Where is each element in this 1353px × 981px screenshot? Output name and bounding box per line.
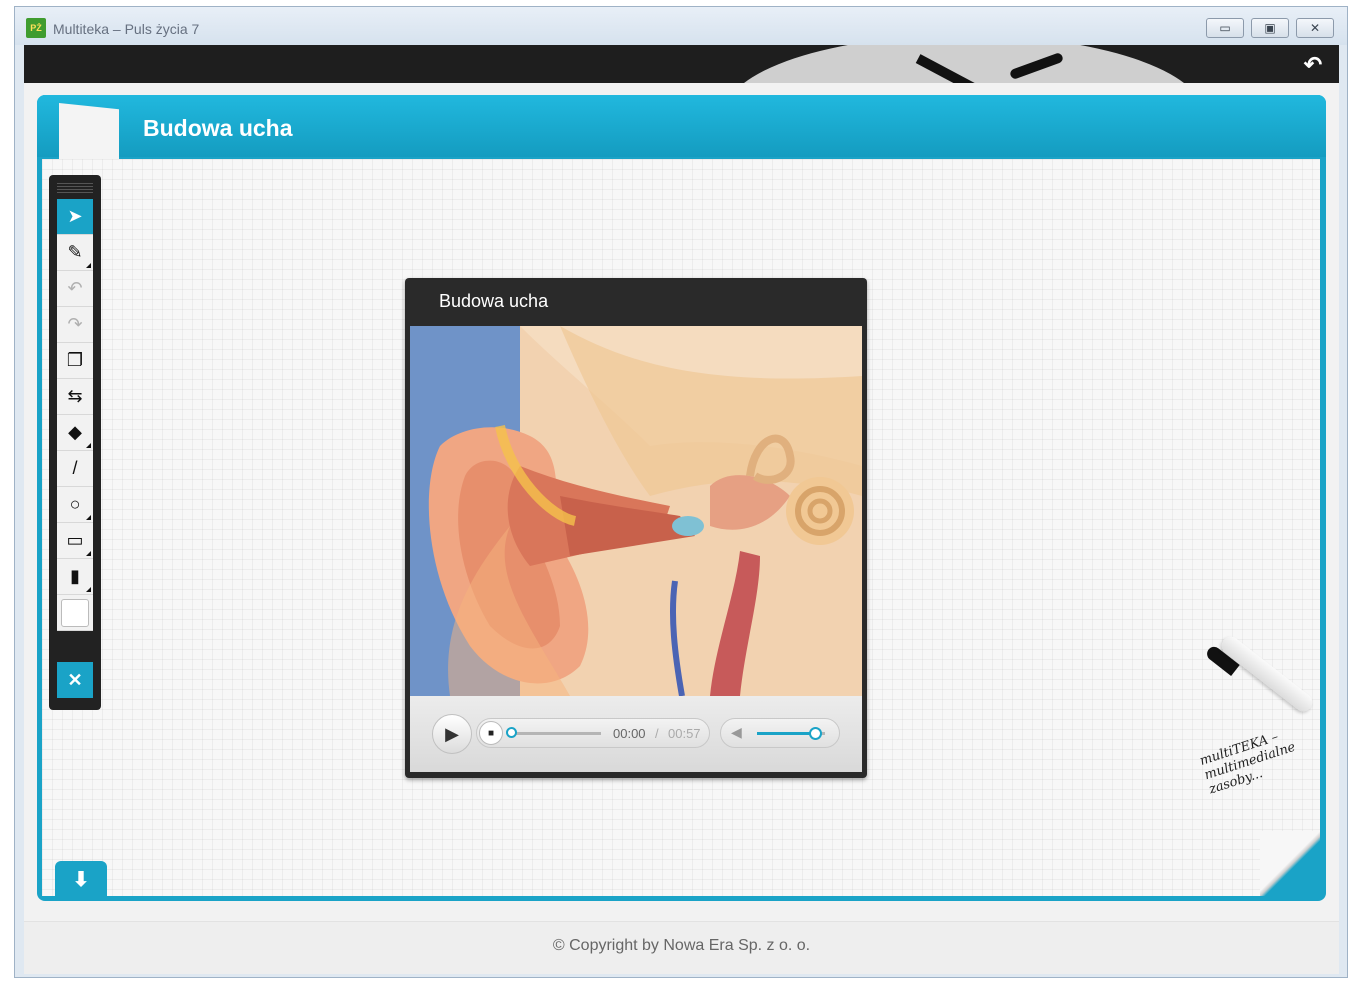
pen-icon: ✎ — [67, 242, 83, 262]
maximize-icon: ▣ — [1264, 21, 1276, 35]
circle-icon: ○ — [69, 494, 81, 514]
minimize-button[interactable]: ▭ — [1206, 18, 1244, 38]
tool-redo[interactable]: ↷ — [57, 307, 93, 343]
thickness-icon: ▮ — [70, 566, 80, 586]
tool-move[interactable]: ⇆ — [57, 379, 93, 415]
page-title: Budowa ucha — [143, 115, 293, 141]
volume-handle[interactable] — [808, 727, 822, 740]
tool-copy[interactable]: ❐ — [57, 343, 93, 379]
scroll-down-button[interactable]: ⬇ — [55, 861, 107, 897]
volume-slider[interactable] — [757, 727, 825, 740]
close-icon: ✕ — [67, 669, 83, 690]
toolbar-grip[interactable] — [57, 183, 93, 193]
close-toolbar-button[interactable]: ✕ — [57, 662, 93, 698]
window-titlebar[interactable]: PŻ Multiteka – Puls życia 7 ▭ ▣ ✕ — [15, 7, 1347, 45]
top-bar: ↶ — [24, 45, 1339, 83]
paper-flag-decoration — [59, 103, 119, 165]
tool-pen[interactable]: ✎ — [57, 235, 93, 271]
volume-level — [757, 732, 815, 735]
maximize-button[interactable]: ▣ — [1251, 18, 1289, 38]
footer: © Copyright by Nowa Era Sp. z o. o. — [24, 921, 1339, 974]
stop-button[interactable]: ■ — [479, 721, 503, 745]
undo-icon: ↶ — [67, 278, 83, 298]
color-swatch-icon — [61, 598, 89, 627]
app-window: PŻ Multiteka – Puls życia 7 ▭ ▣ ✕ ↶ Budo… — [14, 6, 1348, 978]
board-header: Budowa ucha — [37, 95, 1326, 157]
tool-color[interactable] — [57, 595, 93, 631]
copy-icon: ❐ — [66, 350, 84, 370]
line-icon: / — [72, 458, 78, 478]
seek-bar[interactable] — [511, 732, 601, 735]
board: Budowa ucha ➤ ✎ ↶ ↷ ❐ ⇆ ◆ / ○ ▭ ▮ ✕ ⬇ Bu… — [37, 95, 1326, 901]
close-icon: ✕ — [1309, 21, 1321, 35]
ear-anatomy-image — [410, 326, 862, 696]
tool-list: ➤ ✎ ↶ ↷ ❐ ⇆ ◆ / ○ ▭ ▮ — [57, 199, 93, 631]
app-content: ↶ Budowa ucha ➤ ✎ ↶ ↷ ❐ ⇆ ◆ / ○ ▭ ▮ ✕ ⬇ … — [24, 45, 1339, 974]
swap-icon: ⇆ — [67, 386, 83, 406]
back-button[interactable]: ↶ — [1301, 53, 1325, 77]
app-logo-icon: PŻ — [26, 18, 46, 38]
redo-icon: ↷ — [67, 314, 83, 334]
tool-eraser[interactable]: ◆ — [57, 415, 93, 451]
time-current: 00:00 — [613, 726, 646, 741]
seek-handle[interactable] — [506, 727, 517, 738]
close-window-button[interactable]: ✕ — [1296, 18, 1334, 38]
back-arrow-icon: ↶ — [1303, 52, 1323, 77]
tool-circle[interactable]: ○ — [57, 487, 93, 523]
eraser-icon: ◆ — [68, 422, 82, 442]
tool-select[interactable]: ➤ — [57, 199, 93, 235]
time-separator: / — [655, 726, 659, 741]
seek-group: ■ 00:00 / 00:57 — [476, 718, 710, 748]
rectangle-icon: ▭ — [66, 530, 84, 550]
play-icon: ▶ — [445, 723, 459, 744]
tool-rectangle[interactable]: ▭ — [57, 523, 93, 559]
arrow-down-icon: ⬇ — [72, 868, 90, 891]
minimize-icon: ▭ — [1219, 21, 1231, 35]
window-title: Multiteka – Puls życia 7 — [53, 21, 200, 37]
player-title: Budowa ucha — [439, 291, 549, 311]
volume-group: ◀ — [720, 718, 840, 748]
play-button[interactable]: ▶ — [432, 714, 472, 754]
time-total: 00:57 — [668, 726, 701, 741]
copyright-text: © Copyright by Nowa Era Sp. z o. o. — [552, 937, 811, 954]
cursor-icon: ➤ — [67, 206, 83, 226]
stop-icon: ■ — [487, 727, 495, 739]
tool-line[interactable]: / — [57, 451, 93, 487]
player-controls: ▶ ■ 00:00 / 00:57 ◀ — [410, 696, 862, 772]
drawing-toolbar: ➤ ✎ ↶ ↷ ❐ ⇆ ◆ / ○ ▭ ▮ ✕ — [49, 175, 101, 710]
tool-thickness[interactable]: ▮ — [57, 559, 93, 595]
volume-icon[interactable]: ◀ — [731, 724, 742, 741]
media-player: Budowa ucha ▶ ■ 00:00 / 00:57 ◀ — [405, 278, 867, 778]
page-curl-decoration — [1260, 831, 1320, 896]
tool-undo[interactable]: ↶ — [57, 271, 93, 307]
